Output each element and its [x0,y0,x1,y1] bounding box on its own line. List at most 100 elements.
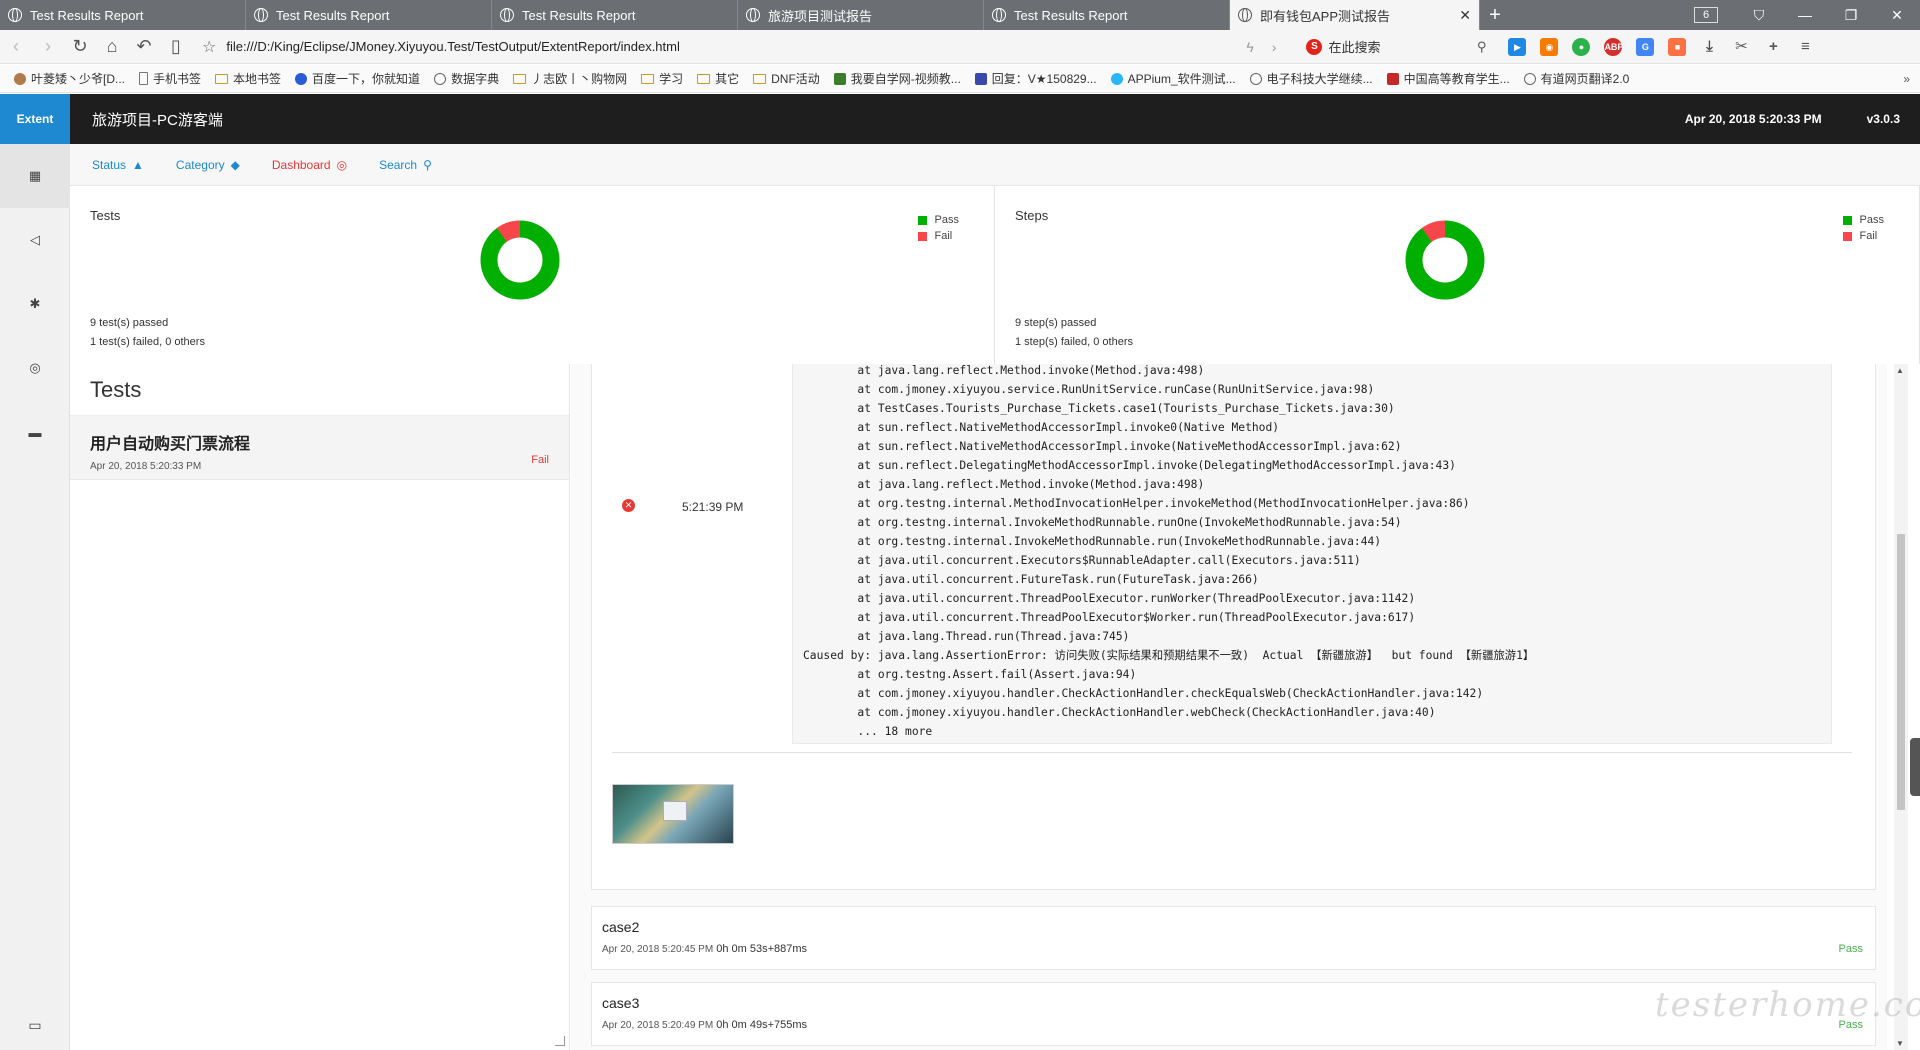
sogou-logo-icon: S [1306,38,1323,55]
lightning-icon[interactable]: ϟ [1246,39,1253,55]
add-icon[interactable]: + [1764,38,1782,56]
dashboard-grid-icon[interactable]: ▦ [0,144,70,208]
monitor-icon[interactable]: ▭ [0,1017,70,1034]
back-button[interactable]: ‹ [0,36,32,57]
menu-icon[interactable]: ≡ [1796,38,1814,56]
search-box[interactable]: S 在此搜索 ⚲ [1306,37,1486,56]
scrollbar-thumb[interactable] [1897,534,1905,810]
browser-tab[interactable]: Test Results Report [492,0,738,30]
adblock-extension-icon[interactable]: ABP [1604,37,1623,56]
bookmark-item[interactable]: 数据字典 [434,70,499,87]
scroll-up-icon[interactable]: ▲ [1896,366,1904,375]
bookmark-item[interactable]: 百度一下，你就知道 [295,70,420,87]
legend-swatch-pass [917,215,927,225]
undo-close-button[interactable]: ↶ [128,36,160,57]
more-bookmarks-icon[interactable]: » [1903,72,1910,86]
bookmark-item[interactable]: 叶菱矮丶少爷[D... [14,70,125,87]
bookmark-item[interactable]: APPium_软件测试... [1110,70,1236,87]
bookmark-item[interactable]: 我要自学网-视频教... [833,70,961,87]
screenshot-thumbnail[interactable] [612,784,734,844]
restore-button[interactable]: ❐ [1828,7,1874,24]
bookmark-item[interactable]: 丿志欧丨丶购物网 [513,70,627,87]
search-placeholder: 在此搜索 [1328,40,1381,55]
brand-logo[interactable]: Extent [0,94,70,144]
tests-summary-panel: Tests Pass Fail 9 test(s) passed 1 test(… [70,186,995,364]
home-button[interactable]: ⌂ [96,36,128,57]
tests-heading: Tests [70,364,569,416]
folder-icon [641,73,655,84]
steps-summary-panel: Steps Pass Fail 9 step(s) passed 1 step(… [995,186,1920,364]
reader-icon[interactable]: ▯ [160,36,192,57]
browser-tab-active[interactable]: 即有钱包APP测试报告 ✕ [1230,0,1480,30]
phone-icon [139,72,149,85]
test-time: Apr 20, 2018 5:20:33 PM [90,461,202,472]
close-tab-icon[interactable]: ✕ [1459,7,1471,24]
url-field[interactable]: file:///D:/King/Eclipse/JMoney.Xiyuyou.T… [226,39,1246,54]
status-filter[interactable]: Status ▲ [92,158,144,172]
tab-count-badge[interactable]: 6 [1694,7,1718,23]
scroll-down-icon[interactable]: ▼ [1896,1039,1904,1048]
test-list-item[interactable]: 用户自动购买门票流程 Apr 20, 2018 5:20:33 PM Fail [70,416,569,480]
search-icon[interactable]: ⚲ [1477,39,1487,55]
wechat-extension-icon[interactable]: ● [1572,37,1591,56]
bug-icon[interactable]: ✱ [0,272,70,336]
reload-button[interactable]: ↻ [64,36,96,57]
address-bar: ‹ › ↻ ⌂ ↶ ▯ ☆ file:///D:/King/Eclipse/JM… [0,30,1920,64]
step-timestamp: 5:21:39 PM [682,500,744,514]
case-card[interactable]: case2 Apr 20, 2018 5:20:45 PM 0h 0m 53s+… [591,906,1876,970]
resize-handle[interactable] [555,1036,565,1046]
browser-tab[interactable]: Test Results Report [246,0,492,30]
warning-icon: ▲ [132,157,144,172]
bookmark-item[interactable]: 电子科技大学继续... [1249,70,1373,87]
tag-icon[interactable]: ◁ [0,208,70,272]
download-icon[interactable]: ⤓ [1700,38,1718,56]
thumbnail-dialog [663,801,687,821]
chevron-right-icon[interactable]: › [1272,39,1277,55]
search-toggle[interactable]: Search ⚲ [379,158,432,172]
browser-tab[interactable]: Test Results Report [0,0,246,30]
bookmark-item[interactable]: 手机书签 [139,70,201,87]
folder-icon[interactable]: ▬ [0,400,70,464]
sidebar-edge-handle[interactable] [1910,738,1920,796]
bookmark-item[interactable]: DNF活动 [753,70,820,87]
detail-scrollbar[interactable]: ▲ ▼ [1894,364,1908,1050]
bookmark-star-icon[interactable]: ☆ [202,37,216,57]
bookmark-item[interactable]: 有道网页翻译2.0 [1523,70,1629,87]
case-time: Apr 20, 2018 5:20:49 PM [602,1020,714,1031]
globe-icon [8,8,22,22]
globe-icon [1238,8,1252,22]
dashboard-panels: Tests Pass Fail 9 test(s) passed 1 test(… [70,186,1920,364]
forward-button[interactable]: › [32,36,64,57]
bookmark-item[interactable]: 回复：V★150829... [974,70,1097,87]
camera-extension-icon[interactable]: ■ [1668,37,1687,56]
video-extension-icon[interactable]: ▶ [1508,37,1527,56]
browser-tab[interactable]: Test Results Report [984,0,1230,30]
steps-donut-chart [1405,220,1485,300]
site-icon [1110,72,1123,85]
case-card[interactable]: case3 Apr 20, 2018 5:20:49 PM 0h 0m 49s+… [591,982,1876,1046]
bookmark-item[interactable]: 其它 [697,70,739,87]
globe-icon [1249,72,1262,85]
new-tab-button[interactable]: + [1480,0,1510,30]
minimize-button[interactable]: — [1782,7,1828,23]
shirt-icon[interactable]: ⛉ [1736,7,1782,24]
translate-extension-icon[interactable]: G [1636,37,1655,56]
bookmark-item[interactable]: 本地书签 [215,70,281,87]
target-icon[interactable]: ◎ [0,336,70,400]
target-icon: ◎ [336,157,348,172]
case-duration: 0h 0m 49s+755ms [716,1019,808,1031]
browser-tab[interactable]: 旅游项目测试报告 [738,0,984,30]
chart-legend: Pass Fail [1842,214,1884,246]
scissors-icon[interactable]: ✂ [1732,38,1750,56]
globe-icon [254,8,268,22]
report-name: 旅游项目-PC游客端 [92,111,223,129]
game-extension-icon[interactable]: ◉ [1540,37,1559,56]
bookmark-item[interactable]: 中国高等教育学生... [1386,70,1510,87]
category-filter[interactable]: Category ◆ [176,158,240,172]
globe-icon [434,72,447,85]
close-window-button[interactable]: ✕ [1874,7,1920,24]
panel-title: Steps [1015,208,1049,223]
bookmark-item[interactable]: 学习 [641,70,683,87]
site-icon [974,72,987,85]
dashboard-toggle[interactable]: Dashboard ◎ [272,158,347,172]
